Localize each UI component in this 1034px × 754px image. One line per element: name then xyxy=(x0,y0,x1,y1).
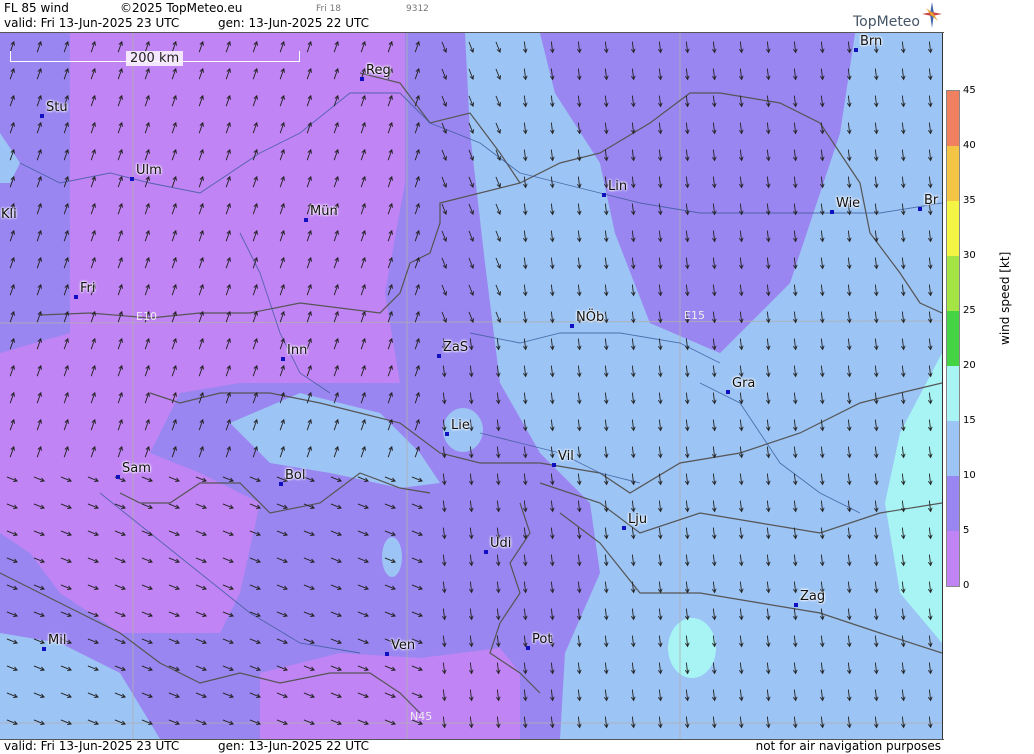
legend-segment xyxy=(947,531,959,586)
city-label: Brn xyxy=(860,34,883,49)
city-label: Ulm xyxy=(136,163,162,178)
legend-tick-label: 30 xyxy=(963,250,976,261)
city-label: Reg xyxy=(366,63,391,78)
city-marker-dot xyxy=(74,295,78,299)
city-label: ZaS xyxy=(443,340,469,355)
legend-tick-label: 35 xyxy=(963,195,976,206)
city-label: Zag xyxy=(800,589,826,604)
city-marker-dot xyxy=(445,432,449,436)
legend-tick-label: 40 xyxy=(963,140,976,151)
city-label: Inn xyxy=(287,343,308,358)
legend-tick-label: 25 xyxy=(963,305,976,316)
city-label: Fri xyxy=(80,281,96,296)
run-label: Fri 18 xyxy=(316,4,342,14)
city-label: Lju xyxy=(628,512,648,527)
city-marker-dot xyxy=(484,550,488,554)
grid-label-e10: E10 xyxy=(136,310,157,323)
city-marker-dot xyxy=(622,526,626,530)
city-marker-dot xyxy=(570,324,574,328)
copyright: ©2025 TopMeteo.eu xyxy=(120,1,243,15)
wind-zone-pocket-west xyxy=(382,537,402,577)
scale-bar-label: 200 km xyxy=(126,51,184,66)
wind-map-canvas xyxy=(0,33,942,739)
map-footer: valid: Fri 13-Jun-2025 23 UTC gen: 13-Ju… xyxy=(0,739,944,754)
map-header: FL 85 wind ©2025 TopMeteo.eu Fri 18 9312… xyxy=(0,0,944,33)
city-marker-dot xyxy=(116,475,120,479)
city-label: Mün xyxy=(310,204,338,219)
legend-segment xyxy=(947,366,959,421)
city-marker-dot xyxy=(526,646,530,650)
footer-generated-time: gen: 13-Jun-2025 22 UTC xyxy=(218,739,370,753)
city-label: Ven xyxy=(391,638,416,653)
city-marker-dot xyxy=(602,193,606,197)
valid-time: valid: Fri 13-Jun-2025 23 UTC xyxy=(4,16,180,30)
city-label: Gra xyxy=(732,376,756,391)
legend-segment xyxy=(947,146,959,201)
wind-zone-pocket-coast xyxy=(668,618,716,678)
city-marker-dot xyxy=(830,210,834,214)
city-label: Mil xyxy=(48,633,67,648)
legend-segment xyxy=(947,256,959,311)
legend-segment xyxy=(947,421,959,476)
city-label: Kli xyxy=(1,207,17,222)
city-marker-dot xyxy=(854,48,858,52)
city-label: Lin xyxy=(608,179,628,194)
city-marker-dot xyxy=(279,482,283,486)
legend-tick-label: 5 xyxy=(963,525,970,536)
brand-name: TopMeteo xyxy=(853,14,920,30)
legend-tick-label: 0 xyxy=(963,580,970,591)
code-label: 9312 xyxy=(406,4,429,14)
city-marker-dot xyxy=(552,463,556,467)
city-label: Bol xyxy=(285,468,306,483)
city-label: Sam xyxy=(122,461,151,476)
legend-segment xyxy=(947,476,959,531)
generated-time: gen: 13-Jun-2025 22 UTC xyxy=(218,16,370,30)
city-marker-dot xyxy=(360,77,364,81)
legend-segment xyxy=(947,91,959,146)
wind-map[interactable]: 200 km E10 E15 N45 Stu Ulm Reg Brn Kli Mün Lin… xyxy=(0,33,943,739)
city-marker-dot xyxy=(40,114,44,118)
city-marker-dot xyxy=(726,390,730,394)
city-marker-dot xyxy=(281,357,285,361)
legend-color-bar xyxy=(946,90,960,587)
legend-segment xyxy=(947,201,959,256)
disclaimer: not for air navigation purposes xyxy=(755,739,941,753)
grid-label-n45: N45 xyxy=(410,710,433,723)
legend-tick-label: 45 xyxy=(963,85,976,96)
city-label: Stu xyxy=(46,100,68,115)
topmeteo-logo: TopMeteo xyxy=(832,2,942,30)
city-label: Udi xyxy=(490,536,512,551)
wind-speed-legend: 45 40 35 30 25 20 15 10 5 0 wind speed [kt] xyxy=(944,0,1034,753)
city-label: Vil xyxy=(558,449,574,464)
city-label: Wie xyxy=(836,196,861,211)
product-title: FL 85 wind xyxy=(4,1,69,15)
city-label: Pot xyxy=(532,632,553,647)
grid-label-e15: E15 xyxy=(684,309,705,322)
city-label: Lie xyxy=(451,418,470,433)
city-marker-dot xyxy=(918,207,922,211)
legend-tick-label: 15 xyxy=(963,415,976,426)
city-marker-dot xyxy=(437,354,441,358)
compass-star-icon xyxy=(922,2,942,28)
city-marker-dot xyxy=(794,603,798,607)
legend-tick-label: 20 xyxy=(963,360,976,371)
city-label: NÖb xyxy=(576,310,605,325)
city-marker-dot xyxy=(130,177,134,181)
footer-valid-time: valid: Fri 13-Jun-2025 23 UTC xyxy=(4,739,180,753)
city-marker-dot xyxy=(42,647,46,651)
city-marker-dot xyxy=(385,652,389,656)
legend-title: wind speed [kt] xyxy=(998,251,1012,345)
legend-tick-label: 10 xyxy=(963,470,976,481)
legend-segment xyxy=(947,311,959,366)
city-marker-dot xyxy=(304,218,308,222)
city-label: Br xyxy=(924,193,939,208)
